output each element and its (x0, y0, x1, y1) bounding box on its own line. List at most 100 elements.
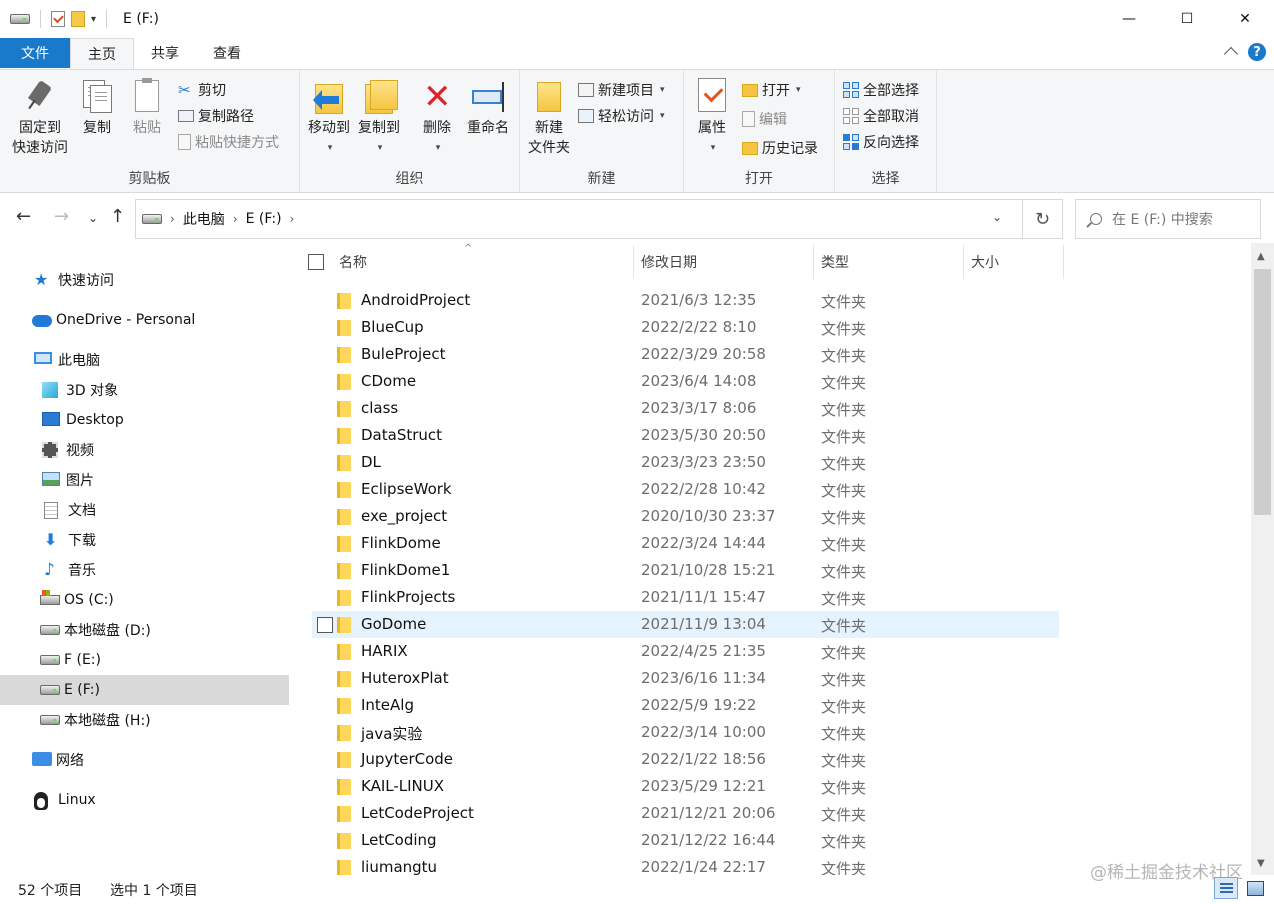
nav-pictures[interactable]: 图片 (0, 465, 289, 495)
vertical-scrollbar[interactable]: ▲ ▼ (1251, 243, 1274, 875)
file-row[interactable]: LetCoding 2021/12/22 16:44 文件夹 (312, 827, 1059, 854)
nav-videos[interactable]: 视频 (0, 435, 289, 465)
column-divider[interactable] (963, 245, 964, 279)
file-row[interactable]: FlinkDome1 2021/10/28 15:21 文件夹 (312, 557, 1059, 584)
file-row[interactable]: DataStruct 2023/5/30 20:50 文件夹 (312, 422, 1059, 449)
nav-drive-d[interactable]: 本地磁盘 (D:) (0, 615, 289, 645)
file-row[interactable]: EclipseWork 2022/2/28 10:42 文件夹 (312, 476, 1059, 503)
column-divider[interactable] (1063, 245, 1064, 279)
breadcrumb-drive-f[interactable]: E (F:) (246, 211, 282, 227)
nav-quick-access[interactable]: ★ 快速访问 (0, 265, 289, 295)
edit-button[interactable]: 编辑 (742, 109, 787, 129)
refresh-button[interactable]: ↻ (1023, 199, 1063, 239)
up-arrow-icon[interactable]: ↑ (110, 206, 125, 227)
file-row[interactable]: exe_project 2020/10/30 23:37 文件夹 (312, 503, 1059, 530)
nav-linux[interactable]: Linux (0, 785, 289, 815)
row-checkbox[interactable] (317, 617, 333, 633)
easy-access-button[interactable]: 轻松访问 ▾ (578, 106, 665, 126)
file-row[interactable]: HARIX 2022/4/25 21:35 文件夹 (312, 638, 1059, 665)
details-view-icon[interactable] (1214, 877, 1238, 899)
tab-file[interactable]: 文件 (0, 38, 70, 68)
file-row[interactable]: KAIL-LINUX 2023/5/29 12:21 文件夹 (312, 773, 1059, 800)
paste-button[interactable]: 粘贴 (126, 78, 168, 138)
nav-desktop[interactable]: Desktop (0, 405, 289, 435)
address-bar[interactable]: › 此电脑 › E (F:) › (135, 199, 1023, 239)
breadcrumb-chevron-icon[interactable]: › (170, 212, 175, 226)
help-icon[interactable]: ? (1248, 43, 1266, 61)
file-row[interactable]: InteAlg 2022/5/9 19:22 文件夹 (312, 692, 1059, 719)
column-header-type[interactable]: 类型 (821, 243, 849, 281)
recent-locations-chevron-icon[interactable]: ⌄ (88, 211, 98, 225)
nav-drive-c[interactable]: OS (C:) (0, 585, 289, 615)
open-button[interactable]: 打开 ▾ (742, 80, 801, 100)
collapse-ribbon-icon[interactable] (1223, 46, 1239, 62)
invert-selection-button[interactable]: 反向选择 (843, 132, 919, 152)
scrollbar-thumb[interactable] (1254, 269, 1271, 515)
nav-drive-h[interactable]: 本地磁盘 (H:) (0, 705, 289, 735)
large-icons-view-icon[interactable] (1243, 877, 1267, 899)
close-button[interactable]: ✕ (1216, 0, 1274, 38)
tab-view[interactable]: 查看 (196, 38, 258, 68)
copy-to-button[interactable]: 复制到 ▾ (356, 78, 402, 158)
file-row[interactable]: BuleProject 2022/3/29 20:58 文件夹 (312, 341, 1059, 368)
breadcrumb-chevron-icon[interactable]: › (290, 212, 295, 226)
column-header-size[interactable]: 大小 (971, 243, 999, 281)
properties-quick-icon[interactable] (51, 11, 65, 27)
nav-documents[interactable]: 文档 (0, 495, 289, 525)
nav-music[interactable]: ♪ 音乐 (0, 555, 289, 585)
file-row[interactable]: DL 2023/3/23 23:50 文件夹 (312, 449, 1059, 476)
file-row[interactable]: AndroidProject 2021/6/3 12:35 文件夹 (312, 287, 1059, 314)
maximize-button[interactable]: ☐ (1158, 0, 1216, 38)
search-box[interactable]: 在 E (F:) 中搜索 (1075, 199, 1261, 239)
file-row[interactable]: LetCodeProject 2021/12/21 20:06 文件夹 (312, 800, 1059, 827)
new-folder-label-line2: 文件夹 (528, 140, 570, 156)
rename-button[interactable]: 重命名 (462, 78, 514, 138)
file-row[interactable]: FlinkDome 2022/3/24 14:44 文件夹 (312, 530, 1059, 557)
nav-downloads[interactable]: ⬇ 下载 (0, 525, 289, 555)
tab-home[interactable]: 主页 (70, 38, 134, 69)
column-header-date[interactable]: 修改日期 (641, 243, 697, 281)
tab-share[interactable]: 共享 (134, 38, 196, 68)
delete-button[interactable]: ✕ 删除 ▾ (418, 78, 456, 158)
move-to-button[interactable]: 移动到 ▾ (306, 78, 352, 158)
column-divider[interactable] (813, 245, 814, 279)
column-header-name[interactable]: 名称 (339, 243, 367, 281)
new-folder-button[interactable]: 新建 文件夹 (526, 78, 572, 158)
select-all-checkbox[interactable] (308, 254, 324, 270)
scroll-up-arrow-icon[interactable]: ▲ (1257, 251, 1265, 262)
copy-path-button[interactable]: 复制路径 (178, 106, 254, 126)
customize-toolbar-dropdown-icon[interactable]: ▾ (91, 14, 96, 25)
new-folder-quick-icon[interactable] (71, 11, 85, 27)
nav-drive-f[interactable]: E (F:) (0, 675, 289, 705)
file-row[interactable]: HuteroxPlat 2023/6/16 11:34 文件夹 (312, 665, 1059, 692)
copy-button[interactable]: 复制 (76, 78, 118, 138)
nav-this-pc[interactable]: 此电脑 (0, 345, 289, 375)
cut-button[interactable]: ✂ 剪切 (178, 80, 226, 100)
properties-button[interactable]: 属性 ▾ (692, 78, 732, 158)
select-none-button[interactable]: 全部取消 (843, 106, 919, 126)
column-divider[interactable] (633, 245, 634, 279)
forward-arrow-icon[interactable]: → (54, 206, 69, 227)
nav-network[interactable]: 网络 (0, 745, 289, 775)
breadcrumb-chevron-icon[interactable]: › (233, 212, 238, 226)
minimize-button[interactable]: — (1100, 0, 1158, 38)
history-button[interactable]: 历史记录 (742, 138, 818, 158)
back-arrow-icon[interactable]: ← (16, 206, 31, 227)
pin-to-quick-access-button[interactable]: 固定到 快速访问 (8, 78, 72, 158)
address-history-dropdown-icon[interactable]: ⌄ (992, 210, 1002, 224)
select-all-button[interactable]: 全部选择 (843, 80, 919, 100)
scroll-down-arrow-icon[interactable]: ▼ (1257, 858, 1265, 869)
nav-onedrive[interactable]: OneDrive - Personal (0, 305, 289, 335)
paste-shortcut-button[interactable]: 粘贴快捷方式 (178, 132, 279, 152)
file-row[interactable]: JupyterCode 2022/1/22 18:56 文件夹 (312, 746, 1059, 773)
file-row[interactable]: CDome 2023/6/4 14:08 文件夹 (312, 368, 1059, 395)
file-row[interactable]: FlinkProjects 2021/11/1 15:47 文件夹 (312, 584, 1059, 611)
file-row[interactable]: BlueCup 2022/2/22 8:10 文件夹 (312, 314, 1059, 341)
nav-3d-objects[interactable]: 3D 对象 (0, 375, 289, 405)
file-row[interactable]: GoDome 2021/11/9 13:04 文件夹 (312, 611, 1059, 638)
new-item-button[interactable]: 新建项目 ▾ (578, 80, 665, 100)
file-row[interactable]: class 2023/3/17 8:06 文件夹 (312, 395, 1059, 422)
file-row[interactable]: java实验 2022/3/14 10:00 文件夹 (312, 719, 1059, 746)
breadcrumb-this-pc[interactable]: 此电脑 (183, 209, 225, 229)
nav-drive-e[interactable]: F (E:) (0, 645, 289, 675)
